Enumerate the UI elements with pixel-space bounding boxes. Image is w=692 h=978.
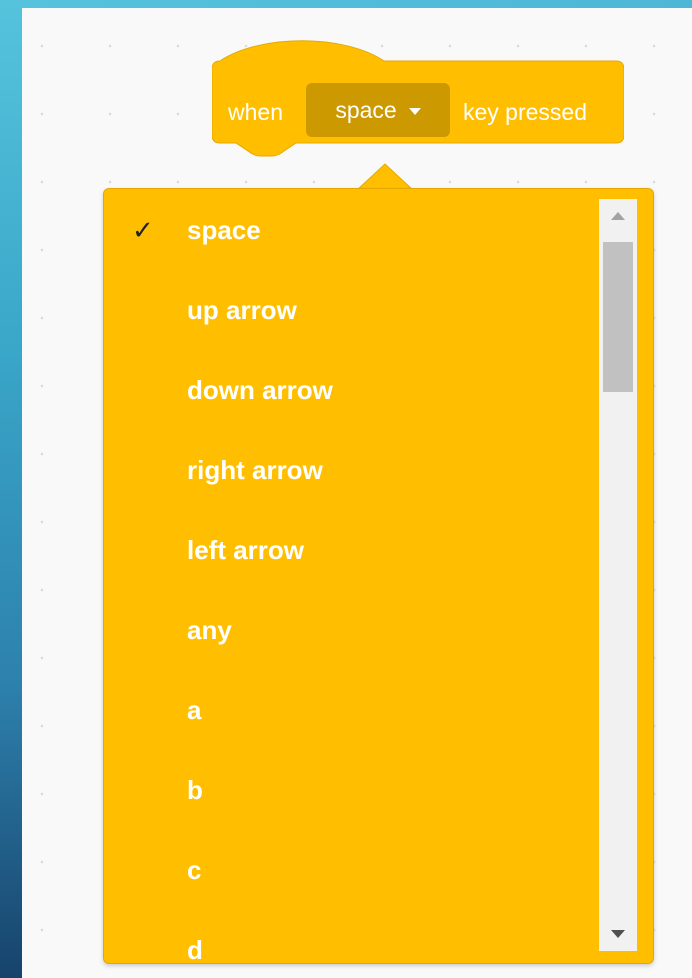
menu-item-label: b: [187, 774, 203, 805]
scrollbar-thumb[interactable]: [603, 242, 633, 392]
menu-item-down-arrow[interactable]: down arrow: [104, 350, 599, 430]
menu-item-c[interactable]: c: [104, 830, 599, 910]
menu-item-label: c: [187, 854, 202, 885]
key-select-dropdown[interactable]: space: [306, 83, 450, 137]
block-key-pressed-label: key pressed: [463, 99, 588, 125]
menu-item-label: space: [187, 214, 261, 245]
menu-item-up-arrow[interactable]: up arrow: [104, 270, 599, 350]
menu-item-b[interactable]: b: [104, 750, 599, 830]
menu-item-a[interactable]: a: [104, 670, 599, 750]
key-option-list: ✓ space up arrow down arrow right arrow left …: [104, 189, 599, 964]
key-dropdown-menu: ✓ space up arrow down arrow right arrow left …: [103, 188, 654, 964]
menu-item-label: a: [187, 694, 202, 725]
key-select-value: space: [335, 96, 397, 123]
window-frame-top: [0, 0, 692, 8]
menu-item-label: any: [187, 614, 232, 645]
menu-item-left-arrow[interactable]: left arrow: [104, 510, 599, 590]
menu-item-label: d: [187, 934, 203, 964]
menu-item-space[interactable]: ✓ space: [104, 190, 599, 270]
scroll-down-button[interactable]: [599, 917, 637, 951]
menu-item-label: right arrow: [187, 454, 323, 485]
menu-item-label: up arrow: [187, 294, 297, 325]
menu-item-any[interactable]: any: [104, 590, 599, 670]
code-workspace[interactable]: when space key pressed ✓ space up arrow dow…: [22, 8, 692, 978]
menu-item-label: left arrow: [187, 534, 305, 565]
scroll-down-arrow-icon: [611, 930, 625, 938]
checkmark-icon: ✓: [132, 214, 154, 245]
menu-scrollbar[interactable]: [599, 199, 637, 951]
caret-down-icon: [408, 108, 421, 115]
scroll-up-button[interactable]: [599, 199, 637, 233]
scroll-up-arrow-icon: [611, 212, 625, 220]
menu-item-d[interactable]: d: [104, 910, 599, 964]
block-when-label: when: [228, 99, 283, 125]
menu-item-right-arrow[interactable]: right arrow: [104, 430, 599, 510]
window-frame-left: [0, 0, 22, 978]
when-key-pressed-block[interactable]: when space key pressed: [212, 28, 624, 166]
menu-item-label: down arrow: [187, 374, 333, 405]
